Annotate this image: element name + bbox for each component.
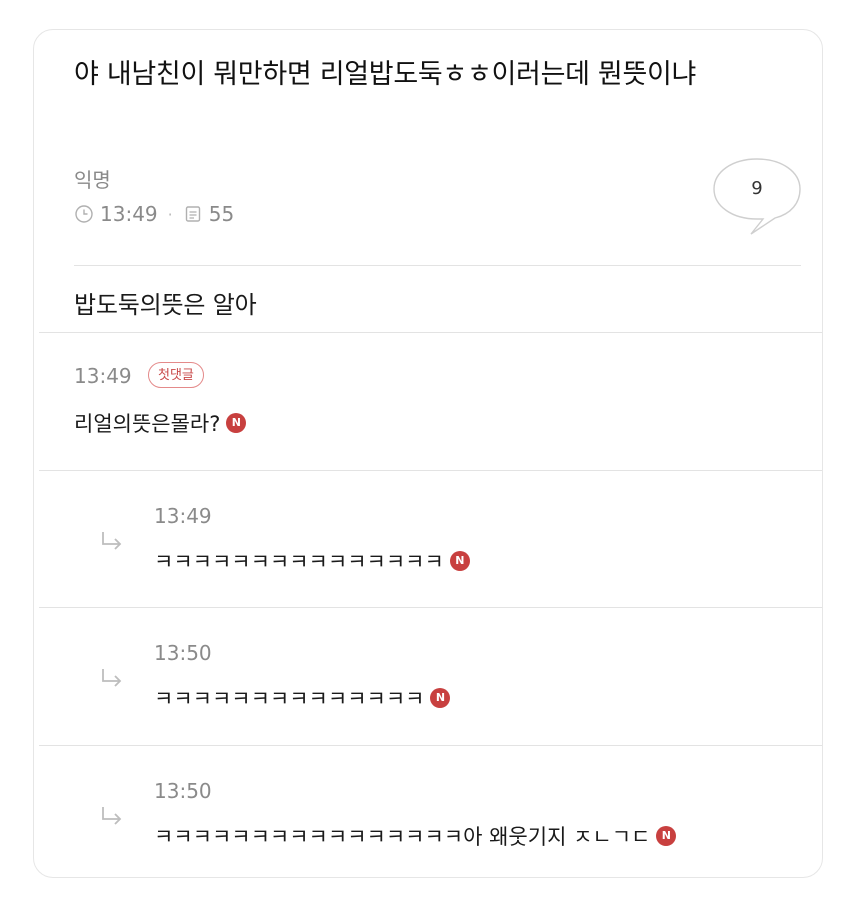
reply-time: 13:49 [154, 504, 212, 528]
comment-count: 9 [751, 178, 763, 199]
post-body: 밥도둑의뜻은 알아 [74, 291, 257, 319]
new-badge-icon: N [226, 413, 247, 433]
reply-arrow-icon [102, 532, 122, 550]
new-badge-icon: N [430, 688, 451, 708]
post-title: 야 내남친이 뭐만하면 리얼밥도둑ㅎㅎ이러는데 뭔뜻이냐 [74, 59, 697, 90]
post-views: 55 [208, 202, 235, 226]
post-author: 익명 [74, 168, 111, 192]
comment-item: 13:49 첫댓글 리얼의뜻은몰라? N [34, 332, 822, 470]
views-icon [185, 206, 200, 222]
clock-icon [75, 205, 93, 223]
reply-time: 13:50 [154, 779, 212, 803]
meta-separator: · [167, 204, 173, 224]
comment-count-bubble[interactable]: 9 [713, 158, 801, 236]
reply-time: 13:50 [154, 641, 212, 665]
post-time: 13:49 [100, 202, 158, 226]
comment-time: 13:49 [74, 364, 132, 388]
reply-item: 13:50 ㅋㅋㅋㅋㅋㅋㅋㅋㅋㅋㅋㅋㅋㅋ N [34, 607, 822, 745]
reply-item: 13:49 ㅋㅋㅋㅋㅋㅋㅋㅋㅋㅋㅋㅋㅋㅋㅋ N [34, 470, 822, 607]
title-divider [74, 265, 801, 266]
reply-text-row: ㅋㅋㅋㅋㅋㅋㅋㅋㅋㅋㅋㅋㅋㅋㅋ N [154, 546, 470, 576]
reply-text: ㅋㅋㅋㅋㅋㅋㅋㅋㅋㅋㅋㅋㅋㅋㅋ [154, 550, 444, 574]
reply-text: ㅋㅋㅋㅋㅋㅋㅋㅋㅋㅋㅋㅋㅋㅋ [154, 687, 425, 711]
reply-text-row: ㅋㅋㅋㅋㅋㅋㅋㅋㅋㅋㅋㅋㅋㅋ N [154, 683, 451, 713]
comment-text-row: 리얼의뜻은몰라? N [74, 408, 247, 438]
reply-text: ㅋㅋㅋㅋㅋㅋㅋㅋㅋㅋㅋㅋㅋㅋㅋㅋ아 왜웃기지 ㅈㄴㄱㄷ [154, 825, 651, 849]
reply-item: 13:50 ㅋㅋㅋㅋㅋㅋㅋㅋㅋㅋㅋㅋㅋㅋㅋㅋ아 왜웃기지 ㅈㄴㄱㄷ N [34, 745, 822, 877]
post-meta: 13:49 · 55 [74, 202, 234, 226]
reply-text-row: ㅋㅋㅋㅋㅋㅋㅋㅋㅋㅋㅋㅋㅋㅋㅋㅋ아 왜웃기지 ㅈㄴㄱㄷ N [154, 821, 677, 851]
post-card: 야 내남친이 뭐만하면 리얼밥도둑ㅎㅎ이러는데 뭔뜻이냐 익명 13:49 · … [33, 29, 823, 878]
reply-arrow-icon [102, 669, 122, 687]
new-badge-icon: N [449, 551, 470, 571]
new-badge-icon: N [656, 826, 677, 846]
first-comment-badge: 첫댓글 [148, 362, 204, 388]
comment-text: 리얼의뜻은몰라? [74, 412, 221, 436]
reply-arrow-icon [102, 807, 122, 825]
